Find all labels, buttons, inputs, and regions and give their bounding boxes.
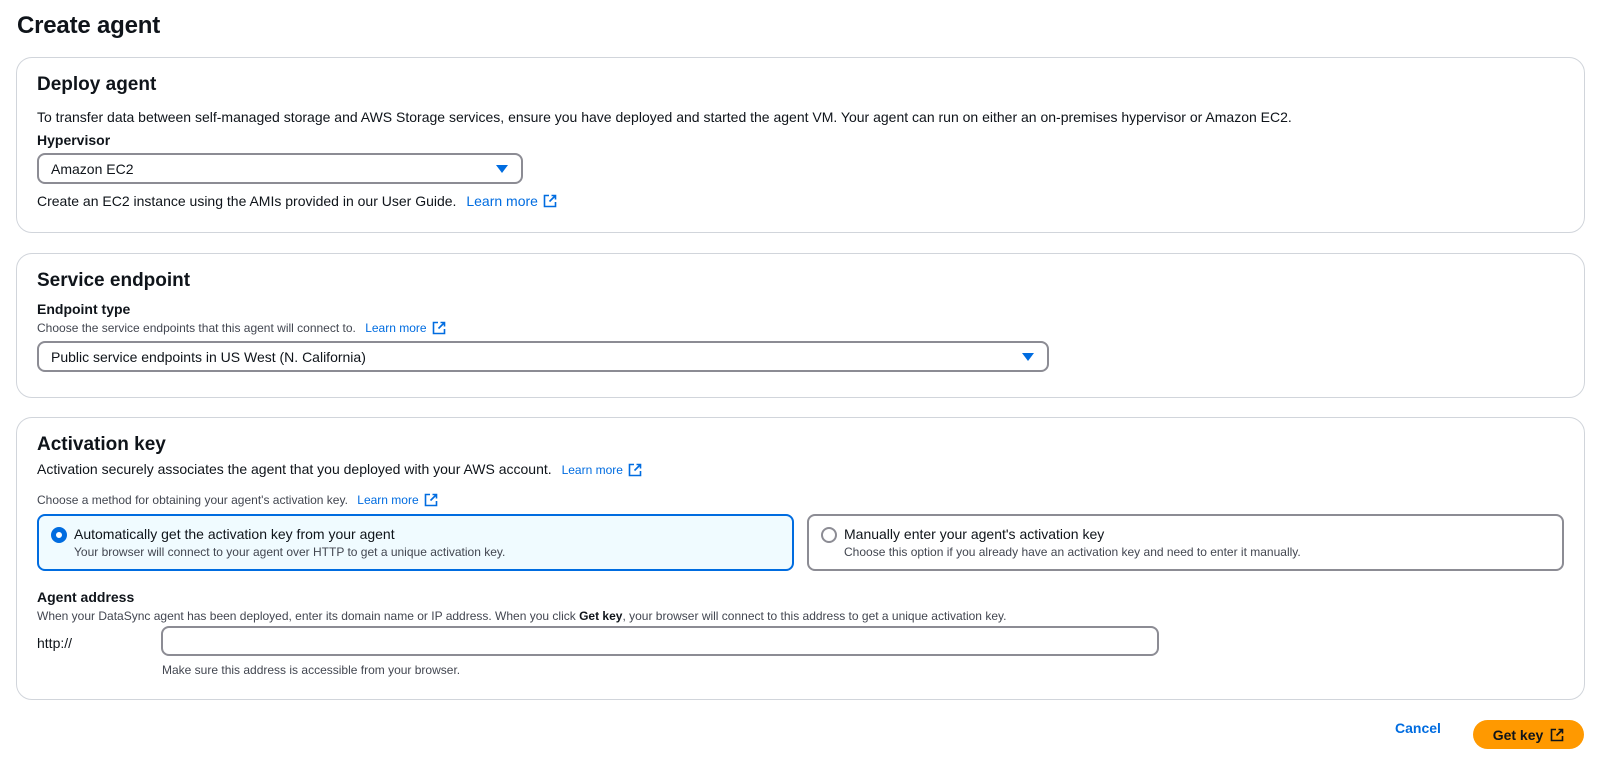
hypervisor-select-value: Amazon EC2: [51, 161, 134, 177]
endpoint-type-label: Endpoint type: [37, 301, 131, 317]
activation-option-manual-description: Choose this option if you already have a…: [844, 545, 1301, 559]
agent-address-hint: Make sure this address is accessible fro…: [162, 663, 461, 677]
deploy-learn-more-label: Learn more: [466, 193, 538, 209]
hypervisor-select[interactable]: Amazon EC2: [37, 153, 523, 184]
external-link-icon: [628, 463, 642, 477]
radio-icon[interactable]: [51, 527, 67, 543]
agent-address-description-before: When your DataSync agent has been deploy…: [37, 609, 580, 623]
hypervisor-label: Hypervisor: [37, 132, 111, 148]
endpoint-type-description-text: Choose the service endpoints that this a…: [37, 321, 356, 335]
activation-method-description-text: Choose a method for obtaining your agent…: [37, 493, 348, 507]
external-link-icon: [543, 194, 557, 208]
external-link-icon: [1550, 728, 1564, 742]
agent-address-protocol: http://: [37, 635, 73, 651]
deploy-agent-panel: Deploy agent To transfer data between se…: [16, 57, 1585, 233]
get-key-button[interactable]: Get key: [1473, 720, 1584, 749]
page-title: Create agent: [17, 12, 160, 39]
agent-address-description: When your DataSync agent has been deploy…: [37, 609, 1006, 623]
activation-learn-more-link[interactable]: Learn more: [562, 463, 642, 477]
activation-method-learn-more-link[interactable]: Learn more: [357, 493, 437, 507]
hypervisor-info: Create an EC2 instance using the AMIs pr…: [37, 193, 557, 209]
hypervisor-info-text: Create an EC2 instance using the AMIs pr…: [37, 193, 457, 209]
endpoint-type-select[interactable]: Public service endpoints in US West (N. …: [37, 341, 1049, 372]
deploy-learn-more-link[interactable]: Learn more: [466, 193, 557, 209]
activation-key-panel: Activation key Activation securely assoc…: [16, 417, 1585, 700]
service-endpoint-heading: Service endpoint: [37, 270, 191, 291]
agent-address-description-bold: Get key: [579, 609, 623, 623]
activation-option-manual-title: Manually enter your agent's activation k…: [844, 526, 1105, 542]
activation-method-description: Choose a method for obtaining your agent…: [37, 493, 438, 507]
cancel-button[interactable]: Cancel: [1395, 720, 1441, 736]
endpoint-type-select-value: Public service endpoints in US West (N. …: [51, 349, 366, 365]
activation-option-automatic-title: Automatically get the activation key fro…: [74, 526, 395, 542]
agent-address-description-after: , your browser will connect to this addr…: [622, 609, 1007, 623]
activation-key-heading: Activation key: [37, 434, 166, 455]
activation-description-text: Activation securely associates the agent…: [37, 461, 552, 477]
activation-method-learn-more-label: Learn more: [357, 493, 419, 507]
activation-option-manual[interactable]: Manually enter your agent's activation k…: [807, 514, 1564, 571]
external-link-icon: [432, 321, 446, 335]
endpoint-learn-more-link[interactable]: Learn more: [365, 321, 445, 335]
deploy-agent-heading: Deploy agent: [37, 74, 157, 95]
endpoint-learn-more-label: Learn more: [365, 321, 427, 335]
activation-option-automatic-description: Your browser will connect to your agent …: [74, 545, 506, 559]
agent-address-label: Agent address: [37, 589, 135, 605]
get-key-label: Get key: [1492, 726, 1544, 743]
agent-address-input[interactable]: [161, 626, 1159, 656]
deploy-agent-description: To transfer data between self-managed st…: [37, 109, 1292, 125]
activation-description: Activation securely associates the agent…: [37, 461, 642, 477]
service-endpoint-panel: Service endpoint Endpoint type Choose th…: [16, 253, 1585, 398]
external-link-icon: [424, 493, 438, 507]
caret-down-icon: [496, 165, 508, 173]
caret-down-icon: [1022, 353, 1034, 361]
activation-learn-more-label: Learn more: [561, 463, 623, 477]
endpoint-type-description: Choose the service endpoints that this a…: [37, 321, 446, 335]
activation-option-automatic[interactable]: Automatically get the activation key fro…: [37, 514, 794, 571]
radio-icon[interactable]: [821, 527, 837, 543]
